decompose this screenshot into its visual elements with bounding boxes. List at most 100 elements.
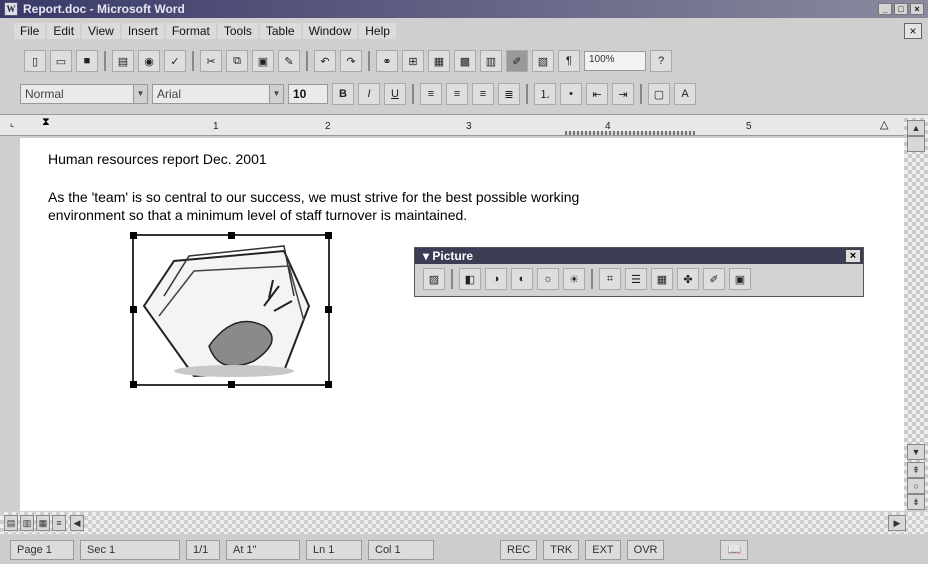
paste-icon[interactable]: ▣ bbox=[252, 50, 274, 72]
menu-window[interactable]: Window bbox=[302, 23, 358, 39]
menu-file[interactable]: File bbox=[14, 23, 46, 39]
columns-icon[interactable]: ▥ bbox=[480, 50, 502, 72]
close-document-button[interactable]: × bbox=[904, 23, 922, 39]
resize-handle[interactable] bbox=[130, 232, 137, 239]
menu-table[interactable]: Table bbox=[259, 23, 301, 39]
menu-view[interactable]: View bbox=[82, 23, 120, 39]
image-control-icon[interactable]: ◧ bbox=[459, 268, 481, 290]
insert-excel-icon[interactable]: ▩ bbox=[454, 50, 476, 72]
copy-icon[interactable]: ⧉ bbox=[226, 50, 248, 72]
zoom-combo[interactable]: 100% bbox=[584, 51, 646, 71]
insert-picture-icon[interactable]: ▨ bbox=[423, 268, 445, 290]
text-wrapping-icon[interactable]: ▦ bbox=[651, 268, 673, 290]
new-icon[interactable]: ▯ bbox=[24, 50, 46, 72]
justify-icon[interactable]: ≣ bbox=[498, 83, 520, 105]
status-trk[interactable]: TRK bbox=[543, 540, 580, 560]
save-icon[interactable]: ■ bbox=[76, 50, 98, 72]
menu-edit[interactable]: Edit bbox=[47, 23, 81, 39]
scroll-right-icon[interactable]: ▶ bbox=[888, 515, 906, 531]
menu-tools[interactable]: Tools bbox=[217, 23, 258, 39]
numbering-icon[interactable]: ⒈ bbox=[534, 83, 556, 105]
redo-icon[interactable]: ↷ bbox=[340, 50, 362, 72]
chevron-down-icon[interactable]: ▼ bbox=[269, 85, 283, 103]
horizontal-scrollbar[interactable]: ▤ ▥ ▦ ≡ ◀ ▶ bbox=[0, 512, 928, 534]
maximize-button[interactable]: □ bbox=[894, 3, 908, 15]
italic-icon[interactable]: I bbox=[358, 83, 380, 105]
menu-format[interactable]: Format bbox=[165, 23, 216, 39]
resize-handle[interactable] bbox=[130, 306, 137, 313]
open-icon[interactable]: ▭ bbox=[50, 50, 72, 72]
print-layout-icon[interactable]: ▦ bbox=[36, 515, 50, 531]
crop-icon[interactable]: ⌗ bbox=[599, 268, 621, 290]
scroll-thumb[interactable] bbox=[907, 136, 925, 152]
reset-picture-icon[interactable]: ▣ bbox=[729, 268, 751, 290]
align-center-icon[interactable]: ≡ bbox=[446, 83, 468, 105]
status-rec[interactable]: REC bbox=[500, 540, 538, 560]
format-picture-icon[interactable]: ✤ bbox=[677, 268, 699, 290]
next-page-icon[interactable]: ⇟ bbox=[907, 494, 925, 510]
bold-icon[interactable]: B bbox=[332, 83, 354, 105]
scroll-left-icon[interactable]: ◀ bbox=[70, 515, 84, 531]
resize-handle[interactable] bbox=[325, 232, 332, 239]
line-style-icon[interactable]: ☰ bbox=[625, 268, 647, 290]
underline-icon[interactable]: U bbox=[384, 83, 406, 105]
tab-selector-icon[interactable]: ⌞ bbox=[10, 118, 14, 129]
spelling-icon[interactable]: ✓ bbox=[164, 50, 186, 72]
indent-marker-icon[interactable]: ⧗ bbox=[42, 116, 50, 129]
select-browse-object-icon[interactable]: ○ bbox=[907, 478, 925, 494]
align-right-icon[interactable]: ≡ bbox=[472, 83, 494, 105]
outline-view-icon[interactable]: ≡ bbox=[52, 515, 66, 531]
ruler[interactable]: ⌞ ⧗ 1 2 3 4 5 △ bbox=[0, 114, 928, 136]
set-transparent-color-icon[interactable]: ✐ bbox=[703, 268, 725, 290]
less-contrast-icon[interactable]: ◐ bbox=[511, 268, 533, 290]
web-layout-icon[interactable]: ▥ bbox=[20, 515, 34, 531]
resize-handle[interactable] bbox=[130, 381, 137, 388]
clipart-image[interactable] bbox=[130, 232, 332, 388]
menu-help[interactable]: Help bbox=[359, 23, 396, 39]
scroll-up-icon[interactable]: ▲ bbox=[907, 120, 925, 136]
close-icon[interactable]: × bbox=[845, 249, 861, 263]
document-map-icon[interactable]: ▧ bbox=[532, 50, 554, 72]
hyperlink-icon[interactable]: ⚭ bbox=[376, 50, 398, 72]
minimize-button[interactable]: _ bbox=[878, 3, 892, 15]
tables-borders-icon[interactable]: ⊞ bbox=[402, 50, 424, 72]
status-ovr[interactable]: OVR bbox=[626, 540, 665, 560]
close-window-button[interactable]: × bbox=[910, 3, 924, 15]
drawing-icon[interactable]: ✐ bbox=[506, 50, 528, 72]
style-combo[interactable]: Normal ▼ bbox=[20, 84, 148, 104]
resize-handle[interactable] bbox=[325, 381, 332, 388]
print-icon[interactable]: ▤ bbox=[112, 50, 134, 72]
menu-insert[interactable]: Insert bbox=[121, 23, 164, 39]
scroll-down-icon[interactable]: ▼ bbox=[907, 444, 925, 460]
decrease-indent-icon[interactable]: ⇤ bbox=[586, 83, 608, 105]
format-painter-icon[interactable]: ✎ bbox=[278, 50, 300, 72]
less-brightness-icon[interactable]: ☀ bbox=[563, 268, 585, 290]
print-preview-icon[interactable]: ◉ bbox=[138, 50, 160, 72]
increase-indent-icon[interactable]: ⇥ bbox=[612, 83, 634, 105]
spelling-status-icon[interactable]: 📖 bbox=[720, 540, 749, 560]
show-hide-icon[interactable]: ¶ bbox=[558, 50, 580, 72]
previous-page-icon[interactable]: ⇞ bbox=[907, 462, 925, 478]
resize-handle[interactable] bbox=[228, 232, 235, 239]
more-contrast-icon[interactable]: ◑ bbox=[485, 268, 507, 290]
insert-table-icon[interactable]: ▦ bbox=[428, 50, 450, 72]
status-ext[interactable]: EXT bbox=[585, 540, 621, 560]
font-size-combo[interactable]: 10 bbox=[288, 84, 328, 104]
undo-icon[interactable]: ↶ bbox=[314, 50, 336, 72]
normal-view-icon[interactable]: ▤ bbox=[4, 515, 18, 531]
right-indent-icon[interactable]: △ bbox=[880, 118, 888, 131]
resize-handle[interactable] bbox=[228, 381, 235, 388]
vertical-scrollbar[interactable]: ▲ ▼ ⇞ ○ ⇟ bbox=[904, 118, 928, 510]
document-area[interactable]: Human resources report Dec. 2001 As the … bbox=[20, 138, 904, 511]
bullets-icon[interactable]: • bbox=[560, 83, 582, 105]
picture-toolbar-titlebar[interactable]: ▾ Picture × bbox=[415, 248, 863, 264]
align-left-icon[interactable]: ≡ bbox=[420, 83, 442, 105]
font-combo[interactable]: Arial ▼ bbox=[152, 84, 284, 104]
resize-handle[interactable] bbox=[325, 306, 332, 313]
cut-icon[interactable]: ✂ bbox=[200, 50, 222, 72]
border-icon[interactable]: ▢ bbox=[648, 83, 670, 105]
help-icon[interactable]: ? bbox=[650, 50, 672, 72]
word-app-icon[interactable]: W bbox=[4, 2, 18, 16]
font-color-icon[interactable]: A bbox=[674, 83, 696, 105]
chevron-down-icon[interactable]: ▼ bbox=[133, 85, 147, 103]
